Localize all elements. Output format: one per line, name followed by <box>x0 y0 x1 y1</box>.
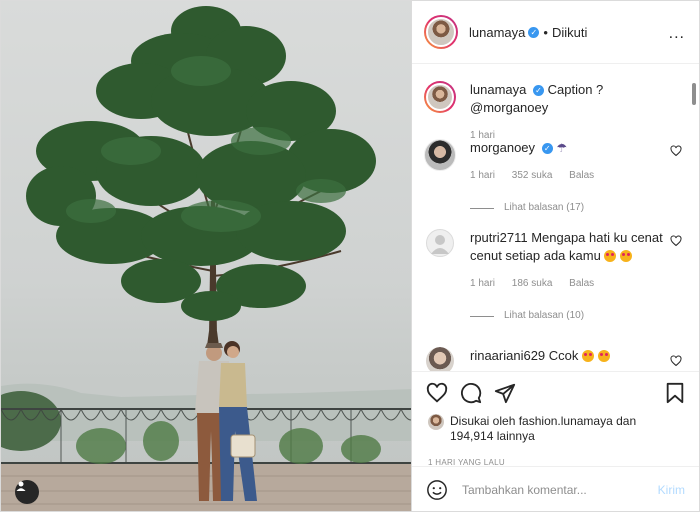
avatar[interactable] <box>424 15 458 49</box>
comment-username[interactable]: rputri2711 <box>470 230 528 245</box>
bookmark-icon[interactable] <box>665 382 685 404</box>
comment-likes[interactable]: 186 suka <box>512 278 553 289</box>
comment-item: rinaariani629 Ccok <box>424 347 682 371</box>
more-options-icon[interactable]: ... <box>669 25 685 43</box>
caption-username[interactable]: lunamaya <box>470 82 526 97</box>
comments-list[interactable]: lunamaya ✓ Caption ? @morganoey 1 hari m… <box>412 65 699 371</box>
comment-heart-icon[interactable] <box>670 235 682 247</box>
heart-icon[interactable] <box>426 382 448 404</box>
shrug-emoji-icon: ☂ <box>556 141 568 155</box>
heart-eyes-emoji-icon <box>620 250 633 262</box>
separator-dot: • <box>543 24 548 40</box>
heart-eyes-emoji-icon <box>582 350 595 362</box>
post-photo[interactable] <box>0 0 412 512</box>
avatar[interactable] <box>426 229 454 257</box>
reply-button[interactable]: Balas <box>569 170 594 181</box>
comment-username[interactable]: rinaariani629 <box>470 348 545 363</box>
follow-status-button[interactable]: Diikuti <box>552 25 587 40</box>
comment-icon[interactable] <box>460 382 482 404</box>
post-header: lunamaya ✓ • Diikuti ... <box>412 1 699 64</box>
liked-by-user[interactable]: fashion.lunamaya <box>519 414 613 428</box>
heart-eyes-emoji-icon <box>597 350 610 362</box>
likes-count[interactable]: 194,914 <box>450 429 493 443</box>
action-bar <box>412 372 699 414</box>
replies-divider <box>470 315 494 317</box>
avatar[interactable] <box>424 81 456 113</box>
view-replies-label: Lihat balasan (17) <box>504 202 585 213</box>
comment-time[interactable]: 1 hari <box>470 278 495 289</box>
comment-username[interactable]: morganoey <box>470 140 535 155</box>
scrollbar[interactable] <box>692 83 696 105</box>
comment-likes[interactable]: 352 suka <box>512 170 553 181</box>
liked-by: Disukai oleh fashion.lunamaya dan 194,91… <box>412 414 699 444</box>
share-icon[interactable] <box>494 382 516 404</box>
reply-button[interactable]: Balas <box>569 278 594 289</box>
verified-badge-icon: ✓ <box>533 85 544 97</box>
liked-by-mid: dan <box>616 414 637 428</box>
view-replies-button[interactable]: Lihat balasan (17) <box>470 199 682 217</box>
comment-item: rputri2711 Mengapa hati ku cenat cenut s… <box>424 229 682 325</box>
caption: lunamaya ✓ Caption ? @morganoey 1 hari <box>424 81 682 145</box>
add-comment-bar: Tambahkan komentar... Kirim <box>412 466 699 512</box>
replies-divider <box>470 207 494 209</box>
view-replies-button[interactable]: Lihat balasan (10) <box>470 307 682 325</box>
comment-time[interactable]: 1 hari <box>470 170 495 181</box>
user-tag-icon[interactable] <box>15 480 39 504</box>
verified-badge-icon: ✓ <box>541 143 553 155</box>
post-comment-button[interactable]: Kirim <box>658 483 685 497</box>
post-actions: Disukai oleh fashion.lunamaya dan 194,91… <box>412 371 699 467</box>
comment-heart-icon[interactable] <box>670 355 682 367</box>
liked-by-prefix: Disukai oleh <box>450 414 516 428</box>
view-replies-label: Lihat balasan (10) <box>504 310 585 321</box>
avatar[interactable] <box>428 414 444 430</box>
comment-text: Ccok <box>548 348 579 363</box>
liked-by-text[interactable]: Disukai oleh fashion.lunamaya dan 194,91… <box>450 414 636 444</box>
liked-by-suffix: lainnya <box>496 429 535 443</box>
avatar[interactable] <box>426 347 454 371</box>
photo-scene <box>1 6 411 511</box>
comment-input[interactable]: Tambahkan komentar... <box>462 483 658 497</box>
avatar[interactable] <box>424 139 456 171</box>
post-side-panel: lunamaya ✓ • Diikuti ... lunamaya ✓ Capt… <box>412 0 700 512</box>
comment-heart-icon[interactable] <box>670 145 682 157</box>
smiley-icon[interactable] <box>426 479 448 501</box>
comment-item: morganoey ✓ ☂ 1 hari 352 suka Balas Liha… <box>424 139 682 217</box>
header-username[interactable]: lunamaya <box>469 25 525 40</box>
heart-eyes-emoji-icon <box>604 250 617 262</box>
verified-badge-icon: ✓ <box>528 26 540 38</box>
